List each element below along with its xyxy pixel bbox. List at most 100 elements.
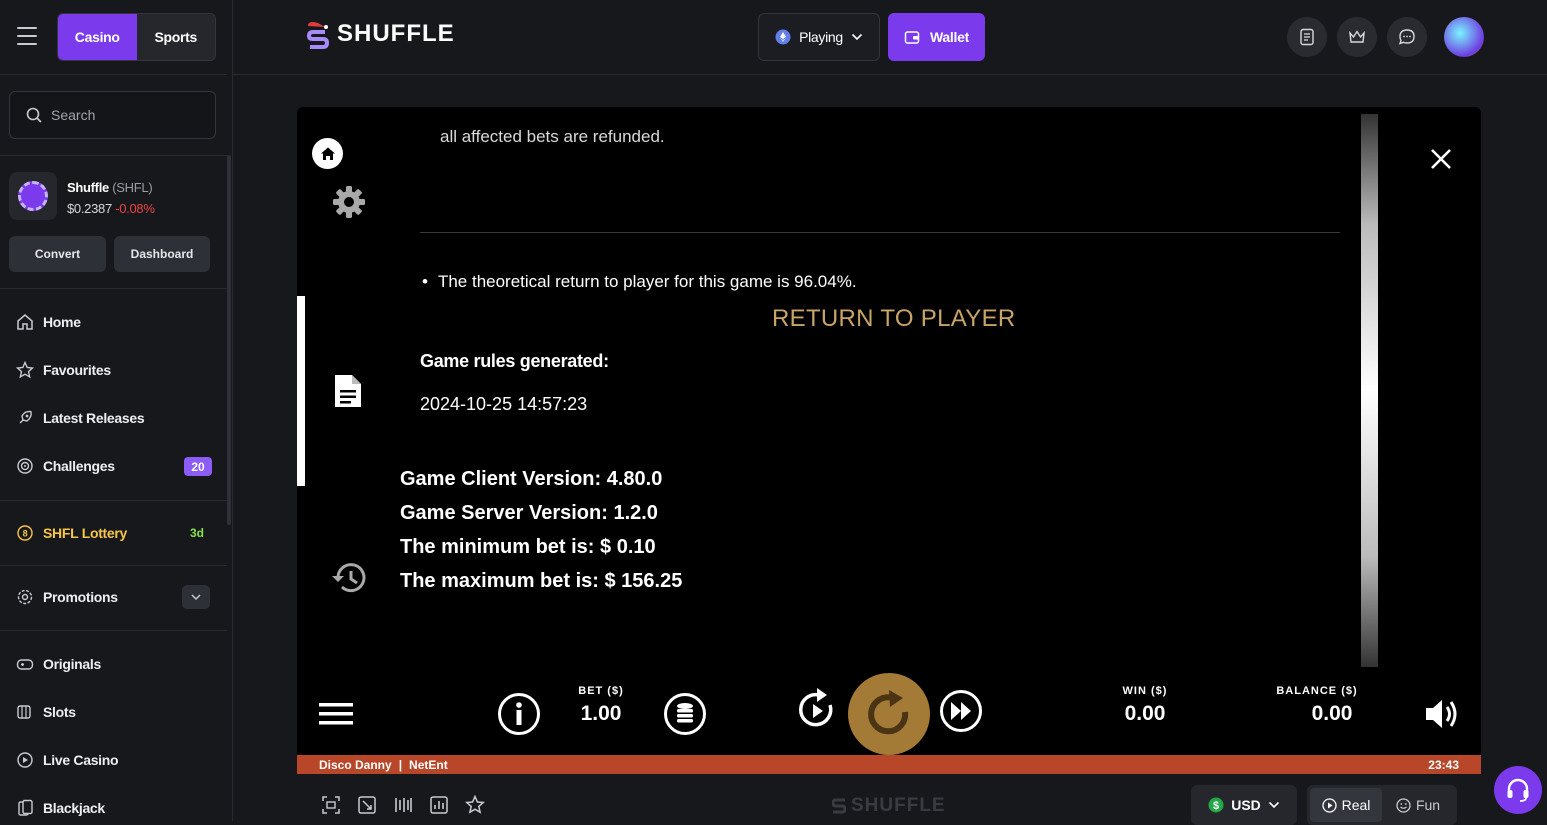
user-avatar[interactable] <box>1444 17 1484 57</box>
chat-button[interactable] <box>1387 17 1427 57</box>
bet-history-button[interactable] <box>1287 17 1327 57</box>
bottom-shuffle-logo: SHUFFLE <box>832 795 946 817</box>
sound-icon[interactable] <box>1424 697 1460 731</box>
sidebar-item-slots[interactable]: Slots <box>16 703 76 721</box>
spin-arrow-icon <box>868 690 909 735</box>
history-icon[interactable] <box>330 560 368 596</box>
theater-mode-icon[interactable] <box>321 795 341 815</box>
rules-generated-value: 2024-10-25 14:57:23 <box>420 394 588 414</box>
sidebar-item-originals[interactable]: Originals <box>16 655 101 673</box>
max-bet: The maximum bet is: $ 156.25 <box>400 570 683 592</box>
settings-gear-icon[interactable] <box>331 184 367 220</box>
balance-value: 0.00 <box>1311 702 1353 725</box>
dashboard-button[interactable]: Dashboard <box>114 236 210 272</box>
min-bet: The minimum bet is: $ 0.10 <box>400 536 656 558</box>
shuffle-logo[interactable]: SHUFFLE <box>305 18 455 50</box>
currency-label: USD <box>1231 797 1261 813</box>
ethereum-icon <box>775 29 791 45</box>
live-icon <box>17 752 33 768</box>
favourite-star-icon[interactable] <box>465 795 485 815</box>
search-placeholder: Search <box>51 107 96 123</box>
sidebar-scrollbar[interactable] <box>227 155 231 525</box>
currency-selector[interactable]: $ USD <box>1191 785 1297 825</box>
challenges-count-badge: 20 <box>184 457 212 476</box>
bet-label: BET ($) <box>578 685 624 697</box>
wallet-icon <box>904 31 920 44</box>
stats-icon[interactable] <box>393 795 413 815</box>
sidebar-item-shfl-lottery[interactable]: 8 SHFL Lottery <box>16 524 127 542</box>
info-icon[interactable] <box>497 692 541 736</box>
token-change: -0.08% <box>115 201 155 216</box>
shuffle-mark-icon <box>832 798 846 814</box>
gamepad-icon <box>16 659 34 670</box>
real-fun-toggle: Real Fun <box>1307 785 1457 825</box>
convert-button[interactable]: Convert <box>9 236 106 272</box>
home-icon <box>17 314 33 330</box>
autoplay-icon[interactable] <box>797 687 837 731</box>
sidebar-item-home[interactable]: Home <box>16 313 81 331</box>
game-menu-icon[interactable] <box>319 702 353 726</box>
rules-scrollbar-thumb[interactable] <box>1361 114 1378 667</box>
sidebar-item-favourites[interactable]: Favourites <box>16 361 111 379</box>
chevron-down-icon <box>851 33 862 41</box>
rules-generated-label: Game rules generated: <box>420 351 609 371</box>
search-icon <box>26 107 42 123</box>
sidebar-item-live-casino[interactable]: Live Casino <box>16 751 119 769</box>
chevron-down-icon <box>1268 801 1279 809</box>
playing-dropdown[interactable]: Playing <box>758 13 880 61</box>
rocket-icon <box>19 410 32 424</box>
tab-casino[interactable]: Casino <box>58 14 137 60</box>
rules-document-icon[interactable] <box>333 373 363 409</box>
menu-icon[interactable] <box>17 27 37 45</box>
real-mode-button[interactable]: Real <box>1310 788 1382 822</box>
headset-icon <box>1507 778 1529 802</box>
coins-icon[interactable] <box>663 692 707 736</box>
lottery-countdown: 3d <box>190 526 205 540</box>
svg-text:$: $ <box>1213 800 1219 812</box>
game-provider: NetEnt <box>409 757 448 772</box>
game-info-footer: Disco Danny | NetEnt 23:43 <box>297 755 1481 774</box>
fullscreen-icon[interactable] <box>357 795 377 815</box>
game-home-button[interactable] <box>312 138 343 169</box>
spin-button[interactable] <box>848 673 930 755</box>
star-icon <box>16 361 34 379</box>
token-name: Shuffle (SHFL) <box>67 180 153 195</box>
game-frame: all affected bets are refunded. RETURN T… <box>297 107 1481 774</box>
server-version: Game Server Version: 1.2.0 <box>400 502 658 524</box>
crown-icon <box>1349 30 1365 43</box>
chart-icon[interactable] <box>429 795 449 815</box>
sidebar-item-promotions[interactable]: Promotions <box>16 588 118 606</box>
sidebar-item-latest-releases[interactable]: Latest Releases <box>16 409 145 427</box>
receipt-icon <box>1300 28 1314 46</box>
dollar-icon: $ <box>1208 797 1224 813</box>
bet-value: 1.00 <box>580 702 622 725</box>
close-icon[interactable] <box>1430 148 1452 170</box>
cards-icon <box>18 799 33 816</box>
chat-icon <box>1398 29 1415 45</box>
casino-sports-toggle: Casino Sports <box>57 13 216 61</box>
slots-icon <box>17 705 31 719</box>
footer-separator: | <box>398 757 403 772</box>
win-label: WIN ($) <box>1122 685 1168 697</box>
client-version: Game Client Version: 4.80.0 <box>400 468 663 490</box>
logo-text: SHUFFLE <box>337 20 455 47</box>
search-input[interactable]: Search <box>9 91 216 139</box>
tab-sports[interactable]: Sports <box>136 14 215 60</box>
balance-label: BALANCE ($) <box>1276 685 1358 697</box>
turbo-icon[interactable] <box>939 689 983 733</box>
token-price: $0.2387 -0.08% <box>67 201 155 216</box>
promotions-expand-button[interactable] <box>182 585 210 609</box>
win-value: 0.00 <box>1124 702 1166 725</box>
bullet-dot: • <box>422 272 428 291</box>
sidebar-item-challenges[interactable]: Challenges <box>16 457 115 475</box>
rtp-bullet: • The theoretical return to player for th… <box>422 272 857 291</box>
active-tab-indicator <box>297 296 305 486</box>
game-name: Disco Danny <box>319 757 392 772</box>
fun-mode-button[interactable]: Fun <box>1382 788 1454 822</box>
support-chat-button[interactable] <box>1494 766 1542 814</box>
chevron-down-icon <box>191 594 201 601</box>
wallet-button[interactable]: Wallet <box>888 13 985 61</box>
vip-button[interactable] <box>1337 17 1377 57</box>
rtp-heading: RETURN TO PLAYER <box>772 305 1016 332</box>
sidebar-item-blackjack[interactable]: Blackjack <box>16 799 105 817</box>
